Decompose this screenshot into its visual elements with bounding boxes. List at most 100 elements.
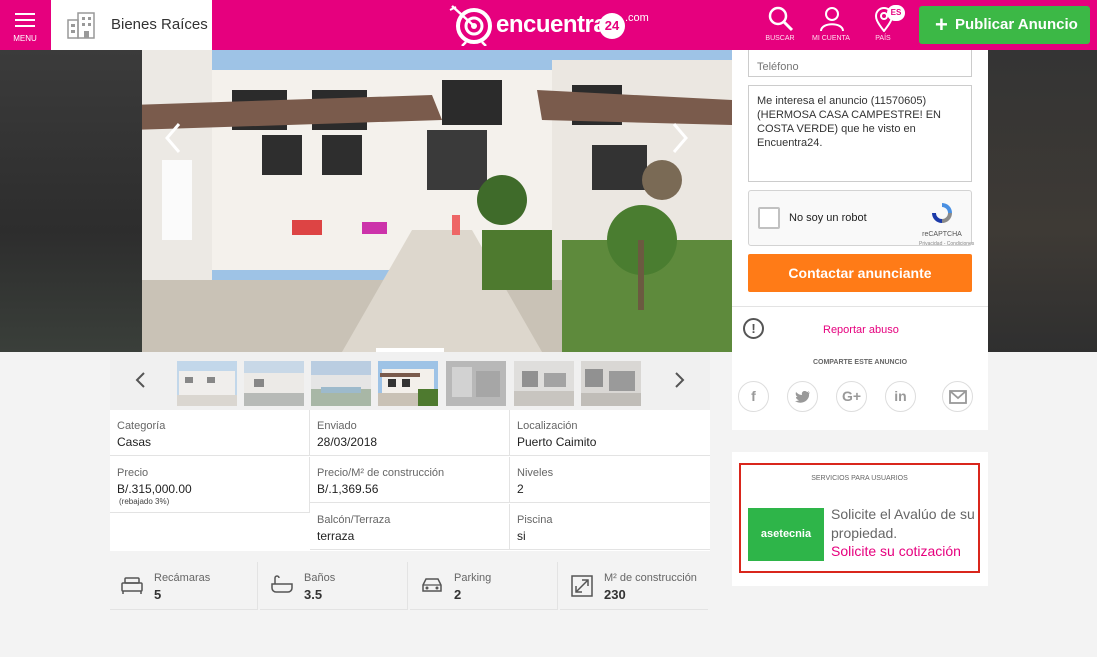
- detail-price: Precio B/.315,000.00 (rebajado 3%): [110, 457, 310, 513]
- detail-price-per-m2: Precio/M² de construcción B/.1,369.56: [310, 457, 510, 503]
- publish-ad-label: Publicar Anuncio: [955, 16, 1078, 33]
- detail-value: 2: [517, 482, 524, 496]
- twitter-icon[interactable]: [787, 381, 818, 412]
- detail-balcony: Balcón/Terraza terraza: [310, 504, 510, 550]
- phone-field[interactable]: [748, 50, 972, 77]
- building-icon: [67, 12, 95, 39]
- captcha-checkbox[interactable]: [758, 207, 780, 229]
- services-description: Solicite el Avalúo de su propiedad.: [831, 506, 975, 541]
- price-discount-note: (rebajado 3%): [119, 497, 170, 506]
- gallery-next-arrow-icon[interactable]: [670, 120, 690, 156]
- next-photo-preview[interactable]: [988, 50, 1097, 352]
- recaptcha-branding: reCAPTCHA Privacidad - Condiciones: [919, 201, 974, 247]
- detail-value: 28/03/2018: [317, 435, 378, 449]
- detail-value: B/.1,369.56: [317, 482, 379, 496]
- logo-number: 24: [599, 13, 625, 39]
- detail-sent-date: Enviado 28/03/2018: [310, 410, 510, 456]
- asetecnia-logo[interactable]: asetecnia: [748, 508, 824, 561]
- google-plus-icon[interactable]: G+: [836, 381, 867, 412]
- detail-label: Localización: [517, 420, 578, 432]
- publish-ad-button[interactable]: + Publicar Anuncio: [919, 6, 1090, 44]
- previous-photo-preview[interactable]: [0, 50, 142, 352]
- feature-construction-area: M² de construcción 230: [560, 562, 708, 610]
- house-photo-image: [142, 50, 732, 352]
- detail-label: Categoría: [117, 420, 166, 432]
- feature-value: 3.5: [304, 587, 323, 602]
- detail-value: si: [517, 529, 526, 543]
- email-icon[interactable]: [942, 381, 973, 412]
- detail-label: Piscina: [517, 514, 553, 526]
- contact-advertiser-button[interactable]: Contactar anunciante: [748, 254, 972, 292]
- country-label: PAÍS: [875, 35, 891, 42]
- account-label: MI CUENTA: [812, 35, 850, 42]
- detail-label: Precio: [117, 467, 149, 479]
- detail-value: Casas: [117, 435, 152, 449]
- car-icon: [422, 578, 442, 592]
- report-abuse-link[interactable]: Reportar abuso: [823, 324, 899, 336]
- feature-value: 2: [454, 587, 462, 602]
- detail-label: Enviado: [317, 420, 357, 432]
- feature-label: Parking: [454, 572, 492, 584]
- key-features: Recámaras 5 Baños 3.5 Parking 2 M² de co…: [110, 562, 710, 610]
- menu-label: MENU: [13, 34, 37, 43]
- thumbnail-2[interactable]: [244, 361, 304, 406]
- target-logo-icon: [449, 5, 492, 46]
- bathtub-icon: [271, 575, 293, 593]
- search-button[interactable]: BUSCAR: [755, 0, 805, 50]
- detail-location: Localización Puerto Caimito: [510, 410, 710, 456]
- feature-label: Recámaras: [154, 572, 211, 584]
- thumb-prev-arrow-icon[interactable]: [134, 371, 146, 389]
- thumbnail-5[interactable]: [446, 361, 506, 406]
- services-panel: SERVICIOS PARA USUARIOS asetecnia Solici…: [732, 452, 988, 586]
- search-icon: [768, 6, 794, 32]
- gallery-prev-arrow-icon[interactable]: [163, 120, 183, 156]
- main-listing-photo[interactable]: [142, 50, 732, 352]
- thumbnail-4-active[interactable]: [378, 361, 438, 406]
- logo-suffix: .com: [625, 12, 649, 24]
- quote-request-link[interactable]: Solicite su cotización: [831, 543, 977, 559]
- thumbnail-strip: [110, 352, 710, 410]
- feature-bathrooms: Baños 3.5: [260, 562, 408, 610]
- message-textarea[interactable]: Me interesa el anuncio (11570605) (HERMO…: [748, 85, 972, 182]
- thumbnail-6[interactable]: [514, 361, 574, 406]
- area-icon: [571, 575, 593, 597]
- feature-label: M² de construcción: [604, 572, 697, 584]
- recaptcha-brand-text: reCAPTCHA: [922, 231, 962, 238]
- detail-label: Precio/M² de construcción: [317, 467, 445, 479]
- feature-label: Baños: [304, 572, 336, 584]
- category-selector[interactable]: Bienes Raíces: [51, 0, 212, 50]
- captcha-label: No soy un robot: [789, 212, 867, 224]
- feature-parking: Parking 2: [410, 562, 558, 610]
- recaptcha-widget: No soy un robot reCAPTCHA Privacidad - C…: [748, 190, 974, 247]
- recaptcha-icon: [932, 203, 952, 223]
- sidebar-divider: [732, 306, 988, 307]
- search-label: BUSCAR: [765, 35, 795, 42]
- detail-value: terraza: [317, 529, 355, 543]
- logo-wordmark: encuentra: [496, 11, 607, 38]
- menu-button[interactable]: MENU: [0, 0, 50, 50]
- bed-icon: [121, 577, 143, 594]
- thumbnail-3[interactable]: [311, 361, 371, 406]
- hamburger-icon: [15, 13, 35, 27]
- language-badge[interactable]: ES: [887, 5, 905, 21]
- linkedin-icon[interactable]: in: [885, 381, 916, 412]
- thumb-next-arrow-icon[interactable]: [674, 371, 686, 389]
- detail-label: Niveles: [517, 467, 554, 479]
- user-icon: [820, 7, 844, 32]
- thumbnail-7[interactable]: [581, 361, 641, 406]
- detail-value: Puerto Caimito: [517, 435, 597, 449]
- feature-value: 230: [604, 587, 626, 602]
- facebook-icon[interactable]: f: [738, 381, 769, 412]
- alert-icon: !: [743, 318, 764, 339]
- listing-details: Categoría Casas Enviado 28/03/2018 Local…: [110, 410, 710, 551]
- detail-category: Categoría Casas: [110, 410, 310, 456]
- feature-value: 5: [154, 587, 162, 602]
- share-panel: COMPARTE ESTE ANUNCIO f G+ in: [732, 352, 988, 430]
- category-label: Bienes Raíces: [111, 16, 208, 33]
- feature-bedrooms: Recámaras 5: [110, 562, 258, 610]
- account-button[interactable]: MI CUENTA: [806, 0, 856, 50]
- services-ad-frame[interactable]: SERVICIOS PARA USUARIOS asetecnia Solici…: [739, 463, 980, 573]
- detail-label: Balcón/Terraza: [317, 514, 391, 526]
- recaptcha-links[interactable]: Privacidad - Condiciones: [919, 241, 974, 247]
- thumbnail-1[interactable]: [177, 361, 237, 406]
